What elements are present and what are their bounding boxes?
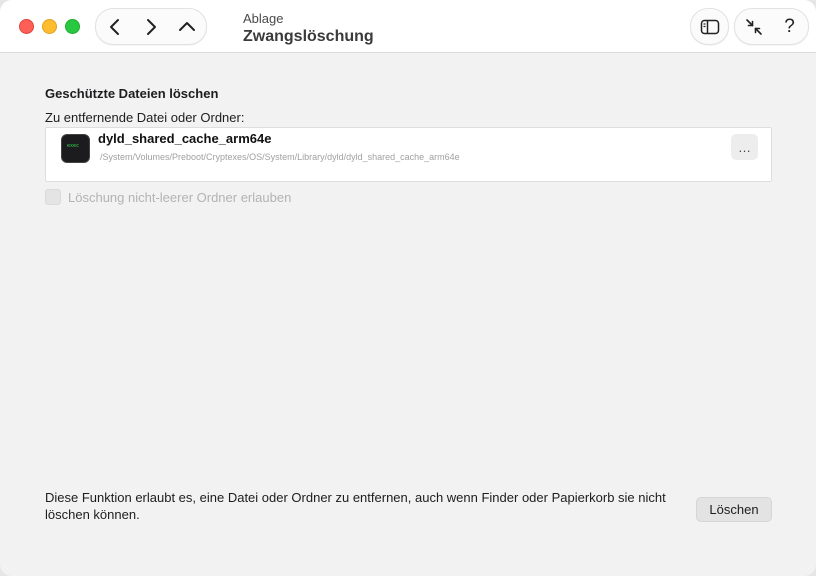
chevron-up-icon [179, 21, 195, 31]
help-icon: ? [784, 15, 795, 37]
help-button[interactable]: ? [772, 9, 808, 44]
delete-button[interactable]: Löschen [696, 497, 772, 522]
app-window: Ablage Zwangslöschung ? Geschützte Datei… [0, 0, 816, 576]
file-name: dyld_shared_cache_arm64e [98, 131, 272, 146]
file-path: /System/Volumes/Preboot/Cryptexes/OS/Sys… [100, 152, 460, 162]
choose-file-button[interactable]: … [731, 134, 758, 160]
checkbox-label: Löschung nicht-leerer Ordner erlauben [68, 189, 292, 205]
file-field-label: Zu entfernende Datei oder Ordner: [45, 110, 245, 125]
window-title-block: Ablage Zwangslöschung [243, 11, 374, 47]
minimize-window-button[interactable] [42, 19, 57, 34]
close-window-button[interactable] [19, 19, 34, 34]
section-title: Geschützte Dateien löschen [45, 86, 219, 101]
zoom-window-button[interactable] [65, 19, 80, 34]
sidebar-icon [700, 19, 719, 34]
navigation-group [95, 8, 207, 45]
allow-nonempty-folder-option: Löschung nicht-leerer Ordner erlauben [45, 189, 291, 205]
collapse-arrows-icon [745, 18, 762, 35]
up-button[interactable] [170, 9, 204, 44]
collapse-button[interactable] [736, 9, 772, 44]
terminal-exec-icon: exec [61, 134, 90, 163]
file-drop-field[interactable]: exec dyld_shared_cache_arm64e /System/Vo… [45, 127, 772, 182]
page-title: Zwangslöschung [243, 28, 374, 45]
toolbar-right-group: ? [734, 8, 809, 45]
chevron-right-icon [147, 18, 156, 35]
breadcrumb: Ablage [243, 11, 284, 26]
titlebar: Ablage Zwangslöschung ? [0, 0, 816, 53]
file-icon-text: exec [67, 143, 80, 149]
forward-button[interactable] [134, 9, 168, 44]
toggle-sidebar-button[interactable] [690, 8, 729, 45]
back-button[interactable] [98, 9, 132, 44]
footer-description: Diese Funktion erlaubt es, eine Datei od… [45, 490, 666, 522]
chevron-left-icon [110, 18, 119, 35]
allow-nonempty-folder-checkbox[interactable] [45, 189, 61, 205]
